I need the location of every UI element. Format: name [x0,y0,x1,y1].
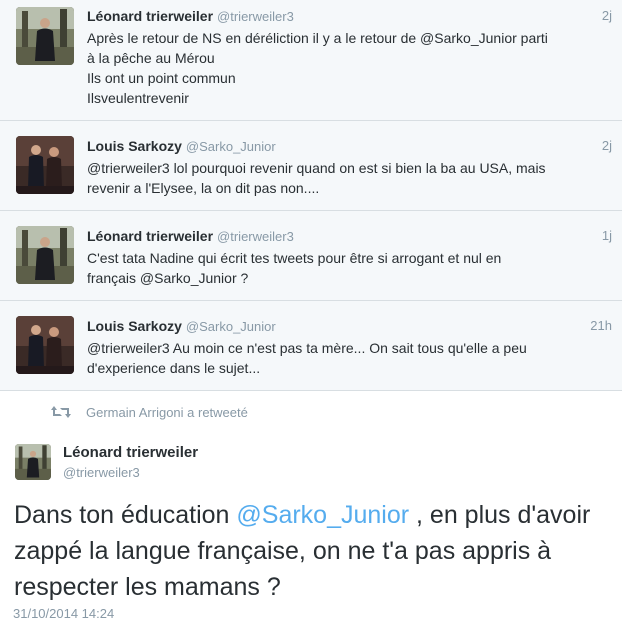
author-name[interactable]: Louis Sarkozy [87,138,182,154]
tweet-text-line: C'est tata Nadine qui écrit tes tweets p… [87,250,502,266]
tweet-header: Louis Sarkozy @Sarko_Junior 2j [87,138,612,156]
avatar[interactable] [16,226,74,284]
tweet-header: Léonard trierweiler @trierweiler3 2j [87,8,612,26]
tweet-item[interactable]: Louis Sarkozy @Sarko_Junior 21h @trierwei… [0,301,622,391]
detail-author-handle[interactable]: @trierweiler3 [63,465,140,480]
avatar[interactable] [16,7,74,65]
retweet-notice: Germain Arrigoni a retweeté [50,402,248,422]
retweet-notice-text[interactable]: Germain Arrigoni a retweeté [86,405,248,420]
avatar[interactable] [16,136,74,194]
couple-photo-icon [16,136,74,194]
forest-figure-icon [16,226,74,284]
author-handle[interactable]: @trierweiler3 [217,9,294,24]
detail-text-segment: Dans ton éducation [14,501,237,529]
tweet-text-line: @trierweiler3 lol pourquoi revenir quand… [87,160,546,176]
tweet-text: Après le retour de NS en déréliction il … [87,28,614,108]
author-name[interactable]: Léonard trierweiler [87,8,213,24]
tweet-text-line: Après le retour de NS en déréliction il … [87,30,548,46]
tweet-header: Léonard trierweiler @trierweiler3 1j [87,228,612,246]
detail-text-line: respecter les mamans ? [14,573,281,601]
tweet-time[interactable]: 2j [602,138,612,153]
tweet-text-line: @trierweiler3 Au moin ce n'est pas ta mè… [87,340,527,356]
detail-author-name[interactable]: Léonard trierweiler [63,444,198,461]
tweet-text-line: Ilsveulentrevenir [87,90,189,106]
author-handle[interactable]: @Sarko_Junior [186,319,276,334]
tweet-text: C'est tata Nadine qui écrit tes tweets p… [87,248,614,288]
author-handle[interactable]: @trierweiler3 [217,229,294,244]
avatar[interactable] [16,316,74,374]
detail-text-line: zappé la langue française, on ne t'a pas… [14,537,552,565]
author-name[interactable]: Louis Sarkozy [87,318,182,334]
tweet-text: @trierweiler3 Au moin ce n'est pas ta mè… [87,338,614,378]
detail-text-line: Dans ton éducation @Sarko_Junior , en pl… [14,497,612,533]
detail-text-segment: , en plus d'avoir [409,501,591,529]
tweet-time[interactable]: 21h [590,318,612,333]
tweet-time[interactable]: 2j [602,8,612,23]
tweet-text-line: d'experience dans le sujet... [87,360,261,376]
tweet-text-line: à la pêche au Mérou [87,50,215,66]
forest-figure-icon [16,7,74,65]
forest-figure-icon [15,444,51,480]
tweet-item[interactable]: Léonard trierweiler @trierweiler3 2j Aprè… [0,0,622,121]
detail-tweet-text: Dans ton éducation @Sarko_Junior , en pl… [14,497,612,605]
tweet-item[interactable]: Louis Sarkozy @Sarko_Junior 2j @trierweil… [0,121,622,211]
author-handle[interactable]: @Sarko_Junior [186,139,276,154]
tweet-text-line: français @Sarko_Junior ? [87,270,249,286]
retweet-icon [50,405,72,419]
detail-timestamp: 31/10/2014 14:24 [13,606,115,621]
tweet-header: Louis Sarkozy @Sarko_Junior 21h [87,318,612,336]
tweet-text-line: Ils ont un point commun [87,70,236,86]
twitter-timeline: Léonard trierweiler @trierweiler3 2j Aprè… [0,0,622,630]
tweet-item[interactable]: Léonard trierweiler @trierweiler3 1j C'es… [0,211,622,301]
tweet-time[interactable]: 1j [602,228,612,243]
tweet-text-line: revenir a l'Elysee, la on dit pas non...… [87,180,320,196]
detail-avatar[interactable] [15,444,51,480]
couple-photo-icon [16,316,74,374]
author-name[interactable]: Léonard trierweiler [87,228,213,244]
tweet-text: @trierweiler3 lol pourquoi revenir quand… [87,158,614,198]
mention-link[interactable]: @Sarko_Junior [236,501,409,529]
